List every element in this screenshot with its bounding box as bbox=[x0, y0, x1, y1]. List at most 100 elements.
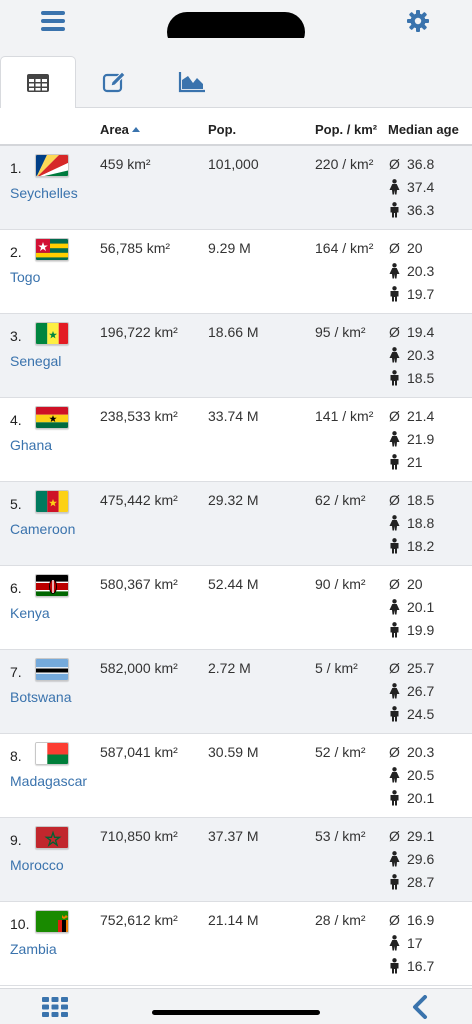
median-age-all: Ø 29.1 bbox=[388, 828, 434, 844]
country-link-kenya[interactable]: Kenya bbox=[10, 605, 50, 621]
row-rank: 3. bbox=[10, 328, 22, 344]
country-link-morocco[interactable]: Morocco bbox=[10, 857, 64, 873]
female-icon bbox=[389, 683, 400, 699]
botswana-flag-icon bbox=[35, 658, 69, 681]
area-value: 56,785 km² bbox=[100, 240, 171, 256]
country-link-ghana[interactable]: Ghana bbox=[10, 437, 52, 453]
morocco-flag-icon bbox=[35, 826, 69, 849]
country-link-togo[interactable]: Togo bbox=[10, 269, 40, 285]
table-row: 6. Kenya 580,367 km² 52.44 M 90 / km² Ø 20 20.1… bbox=[0, 566, 472, 650]
table-row: 3. Senegal 196,722 km² 18.66 M 95 / km² Ø 19.4… bbox=[0, 314, 472, 398]
median-age-male: 16.7 bbox=[388, 958, 434, 974]
median-age-all: Ø 16.9 bbox=[388, 912, 434, 928]
median-age-all-value: 25.7 bbox=[407, 660, 435, 676]
median-age-female: 29.6 bbox=[388, 851, 434, 867]
population-value: 2.72 M bbox=[208, 660, 251, 676]
population-value: 9.29 M bbox=[208, 240, 251, 256]
median-age-female: 20.1 bbox=[388, 599, 434, 615]
seychelles-flag-icon bbox=[35, 154, 69, 177]
row-rank: 7. bbox=[10, 664, 22, 680]
zambia-flag-icon bbox=[35, 910, 69, 933]
column-header-density[interactable]: Pop. / km² bbox=[315, 122, 377, 137]
median-age-male: 36.3 bbox=[388, 202, 434, 218]
male-icon bbox=[390, 370, 399, 386]
tab-chart[interactable] bbox=[154, 56, 230, 108]
median-age-female-value: 17 bbox=[407, 935, 423, 951]
area-value: 196,722 km² bbox=[100, 324, 178, 340]
country-link-botswana[interactable]: Botswana bbox=[10, 689, 71, 705]
female-icon bbox=[389, 263, 400, 279]
median-age-female-value: 21.9 bbox=[407, 431, 435, 447]
median-age-male: 18.5 bbox=[388, 370, 434, 386]
column-header-area-label: Area bbox=[100, 122, 129, 137]
country-table: 1. Seychelles 459 km² 101,000 220 / km² Ø 36.8… bbox=[0, 146, 472, 986]
median-age-male: 28.7 bbox=[388, 874, 434, 890]
median-age-all-value: 19.4 bbox=[407, 324, 435, 340]
male-icon bbox=[390, 286, 399, 302]
female-icon bbox=[389, 431, 400, 447]
sort-ascending-icon bbox=[131, 127, 140, 132]
table-row: 5. Cameroon 475,442 km² 29.32 M 62 / km² Ø 18.… bbox=[0, 482, 472, 566]
tab-table[interactable] bbox=[0, 56, 76, 109]
population-value: 52.44 M bbox=[208, 576, 259, 592]
row-rank: 6. bbox=[10, 580, 22, 596]
madagascar-flag-icon bbox=[35, 742, 69, 765]
togo-flag-icon bbox=[35, 238, 69, 261]
median-age-male: 24.5 bbox=[388, 706, 434, 722]
population-value: 37.37 M bbox=[208, 828, 259, 844]
average-symbol: Ø bbox=[389, 492, 400, 508]
grid-apps-icon[interactable] bbox=[42, 997, 68, 1017]
median-age-female-value: 37.4 bbox=[407, 179, 435, 195]
median-age-female: 21.9 bbox=[388, 431, 434, 447]
density-value: 62 / km² bbox=[315, 492, 366, 508]
population-value: 101,000 bbox=[208, 156, 259, 172]
table-row: 8. Madagascar 587,041 km² 30.59 M 52 / km² Ø 2… bbox=[0, 734, 472, 818]
gear-icon[interactable] bbox=[406, 9, 430, 33]
median-age-all: Ø 21.4 bbox=[388, 408, 434, 424]
median-age-female-value: 26.7 bbox=[407, 683, 435, 699]
area-value: 710,850 km² bbox=[100, 828, 178, 844]
median-age-male-value: 21 bbox=[407, 454, 423, 470]
country-link-cameroon[interactable]: Cameroon bbox=[10, 521, 75, 537]
hamburger-menu-icon[interactable] bbox=[41, 11, 65, 31]
row-rank: 4. bbox=[10, 412, 22, 428]
female-icon bbox=[389, 515, 400, 531]
median-age-all: Ø 20 bbox=[388, 576, 423, 592]
column-header-area[interactable]: Area bbox=[100, 122, 140, 137]
median-age-male: 19.7 bbox=[388, 286, 434, 302]
median-age-female-value: 20.3 bbox=[407, 347, 435, 363]
country-link-zambia[interactable]: Zambia bbox=[10, 941, 57, 957]
country-link-madagascar[interactable]: Madagascar bbox=[10, 773, 87, 789]
bottom-bar bbox=[0, 988, 472, 1024]
median-age-male-value: 24.5 bbox=[407, 706, 435, 722]
median-age-all-value: 18.5 bbox=[407, 492, 435, 508]
area-value: 752,612 km² bbox=[100, 912, 178, 928]
average-symbol: Ø bbox=[389, 408, 400, 424]
edit-icon bbox=[102, 71, 126, 93]
population-value: 21.14 M bbox=[208, 912, 259, 928]
density-value: 5 / km² bbox=[315, 660, 358, 676]
row-rank: 8. bbox=[10, 748, 22, 764]
median-age-female: 20.5 bbox=[388, 767, 434, 783]
median-age-male-value: 19.7 bbox=[407, 286, 435, 302]
density-value: 53 / km² bbox=[315, 828, 366, 844]
median-age-male-value: 18.5 bbox=[407, 370, 435, 386]
area-value: 580,367 km² bbox=[100, 576, 178, 592]
median-age-all-value: 20 bbox=[407, 576, 423, 592]
column-header-pop[interactable]: Pop. bbox=[208, 122, 236, 137]
female-icon bbox=[389, 851, 400, 867]
table-row: 9. Morocco 710,850 km² 37.37 M 53 / km² Ø 29.1… bbox=[0, 818, 472, 902]
column-header-median-age[interactable]: Median age bbox=[388, 122, 459, 137]
chevron-left-icon[interactable] bbox=[411, 995, 429, 1019]
country-link-senegal[interactable]: Senegal bbox=[10, 353, 61, 369]
density-value: 52 / km² bbox=[315, 744, 366, 760]
area-chart-icon bbox=[178, 72, 205, 93]
table-row: 1. Seychelles 459 km² 101,000 220 / km² Ø 36.8… bbox=[0, 146, 472, 230]
country-link-seychelles[interactable]: Seychelles bbox=[10, 185, 78, 201]
tab-edit[interactable] bbox=[77, 56, 153, 108]
table-row: 10. Zambia 752,612 km² 21.14 M 28 / km² Ø 16.9… bbox=[0, 902, 472, 986]
density-value: 141 / km² bbox=[315, 408, 374, 424]
median-age-all: Ø 19.4 bbox=[388, 324, 434, 340]
median-age-male: 21 bbox=[388, 454, 423, 470]
median-age-all-value: 20.3 bbox=[407, 744, 435, 760]
